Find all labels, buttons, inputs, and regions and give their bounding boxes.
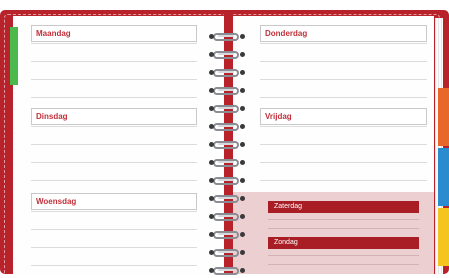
spiral-ring — [213, 33, 239, 41]
punch-hole — [209, 196, 214, 201]
writing-line — [31, 211, 197, 212]
punch-hole — [240, 232, 245, 237]
writing-line — [31, 61, 197, 62]
day-thursday: Donderdag — [260, 25, 427, 42]
punch-hole — [209, 178, 214, 183]
punch-hole — [240, 88, 245, 93]
punch-hole — [209, 88, 214, 93]
punch-hole — [240, 250, 245, 255]
punch-hole — [240, 70, 245, 75]
punch-hole — [209, 268, 214, 273]
spiral-ring — [213, 123, 239, 131]
day-sunday: Zondag — [268, 237, 419, 249]
punch-hole — [209, 160, 214, 165]
punch-hole — [209, 34, 214, 39]
spiral-ring — [213, 141, 239, 149]
spiral-ring — [213, 51, 239, 59]
spiral-ring — [213, 159, 239, 167]
day-monday: Maandag — [31, 25, 197, 42]
writing-line — [31, 229, 197, 230]
left-page — [13, 16, 224, 274]
tab-orange[interactable] — [438, 88, 449, 146]
spiral-ring — [213, 69, 239, 77]
tab-green[interactable] — [10, 27, 18, 85]
writing-line — [31, 180, 197, 181]
punch-hole — [209, 232, 214, 237]
writing-line — [31, 126, 197, 127]
punch-hole — [209, 124, 214, 129]
writing-line — [31, 97, 197, 98]
writing-line — [260, 162, 427, 163]
writing-line — [260, 144, 427, 145]
punch-hole — [209, 214, 214, 219]
tab-yellow[interactable] — [438, 208, 449, 266]
spiral-ring — [213, 249, 239, 257]
punch-hole — [209, 70, 214, 75]
punch-hole — [240, 268, 245, 273]
day-wednesday: Woensdag — [31, 193, 197, 210]
day-saturday: Zaterdag — [268, 201, 419, 213]
writing-line — [260, 97, 427, 98]
punch-hole — [209, 106, 214, 111]
spiral-ring — [213, 87, 239, 95]
writing-line — [31, 43, 197, 44]
spiral-ring — [213, 105, 239, 113]
writing-line — [31, 247, 197, 248]
punch-hole — [209, 52, 214, 57]
writing-line — [268, 219, 419, 220]
spiral-ring — [213, 195, 239, 203]
writing-line — [268, 228, 419, 229]
writing-line — [260, 43, 427, 44]
writing-line — [260, 126, 427, 127]
punch-hole — [240, 106, 245, 111]
tab-blue[interactable] — [438, 148, 449, 206]
writing-line — [260, 79, 427, 80]
punch-hole — [240, 142, 245, 147]
spiral-ring — [213, 177, 239, 185]
writing-line — [260, 180, 427, 181]
day-tuesday: Dinsdag — [31, 108, 197, 125]
punch-hole — [240, 124, 245, 129]
writing-line — [31, 162, 197, 163]
spiral-ring — [213, 231, 239, 239]
punch-hole — [240, 160, 245, 165]
punch-hole — [240, 178, 245, 183]
writing-line — [31, 144, 197, 145]
writing-line — [31, 79, 197, 80]
day-friday: Vrijdag — [260, 108, 427, 125]
writing-line — [31, 265, 197, 266]
punch-hole — [209, 250, 214, 255]
punch-hole — [240, 34, 245, 39]
punch-hole — [240, 214, 245, 219]
punch-hole — [240, 196, 245, 201]
writing-line — [260, 61, 427, 62]
writing-line — [268, 264, 419, 265]
punch-hole — [240, 52, 245, 57]
writing-line — [268, 255, 419, 256]
punch-hole — [209, 142, 214, 147]
spiral-ring — [213, 213, 239, 221]
